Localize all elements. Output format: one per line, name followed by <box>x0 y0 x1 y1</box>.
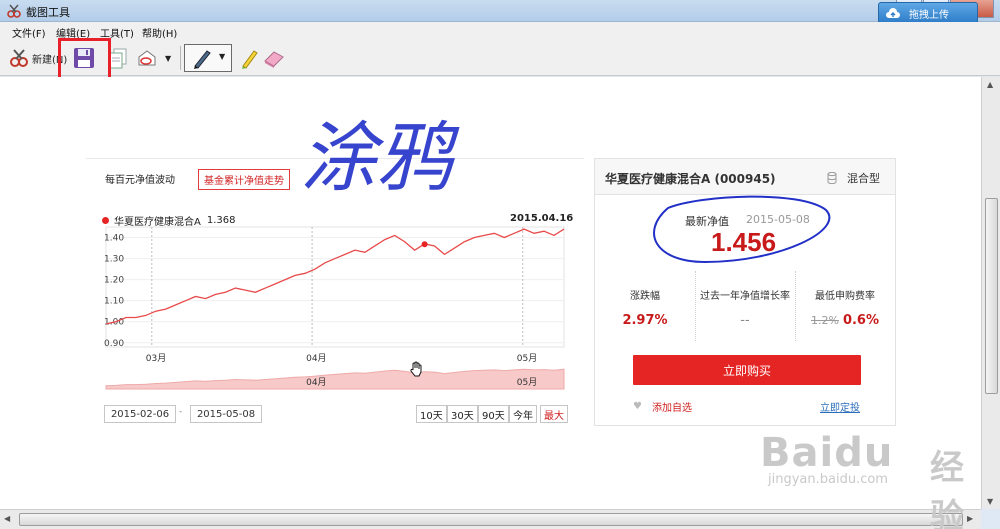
cloud-upload-icon <box>886 8 900 18</box>
x-tick-label: 05月 <box>517 353 537 364</box>
stat-change-value: 2.97% <box>622 313 668 328</box>
watermark-cn: 经验 <box>930 448 964 529</box>
auto-invest-link[interactable]: 立即定投 <box>820 399 860 414</box>
hand-cursor-icon <box>410 361 422 377</box>
plot-frame <box>105 226 565 348</box>
heart-icon: ♥ <box>633 401 642 412</box>
y-tick-label: 1.10 <box>104 297 124 307</box>
fund-type-label: 混合型 <box>847 172 880 185</box>
range-30d-button[interactable]: 30天 <box>447 405 478 423</box>
range-90d-button[interactable]: 90天 <box>478 405 509 423</box>
pen-icon <box>194 50 211 69</box>
watermark-main: Baidu <box>760 430 894 476</box>
dropdown-arrow-icon: ▼ <box>165 53 172 63</box>
highlighter-icon <box>242 50 258 69</box>
drag-upload-label: 拖拽上传 <box>909 9 949 21</box>
navigator-tick-label: 04月 <box>306 377 326 388</box>
tab-per-hundred-nav[interactable]: 每百元净值波动 <box>100 169 180 188</box>
vertical-scrollbar[interactable]: ▲ ▼ <box>981 77 1000 509</box>
navigator-tick-label: 05月 <box>517 377 537 388</box>
fund-info-panel: 华夏医疗健康混合A (000945) 混合型 最新净值 2015-05-08 1… <box>594 158 896 426</box>
scroll-left-icon[interactable]: ◀ <box>4 514 10 523</box>
watermark-sub: jingyan.baidu.com <box>768 472 888 487</box>
x-tick-label: 04月 <box>306 353 326 364</box>
database-icon <box>827 172 837 184</box>
nav-series-line <box>105 228 565 325</box>
fund-type: 混合型 <box>827 170 880 186</box>
eraser-button[interactable] <box>262 44 286 72</box>
nav-chart-panel: 每百元净值波动 基金累计净值走势 华夏医疗健康混合A 1.368 2015.04… <box>86 158 584 428</box>
date-from-input[interactable]: 2015-02-06 <box>104 405 176 423</box>
copy-button[interactable] <box>108 44 128 72</box>
legend-dot-icon <box>102 217 109 224</box>
scroll-down-icon[interactable]: ▼ <box>987 497 993 506</box>
buy-now-button[interactable]: 立即购买 <box>633 355 861 385</box>
eraser-icon <box>264 51 284 68</box>
new-scissors-icon <box>10 49 28 67</box>
pen-dropdown-arrow-icon[interactable]: ▼ <box>219 52 225 61</box>
toolbar: 新建(N) ▼ <box>0 40 1000 76</box>
add-favorite-button[interactable]: ♥ 添加自选 <box>633 399 692 414</box>
window-title: 截图工具 <box>26 6 70 19</box>
title-bar: 截图工具 – □ ✕ <box>0 0 1000 22</box>
stat-year-growth: 过去一年净值增长率 -- <box>695 271 795 341</box>
date-separator: - <box>179 407 183 417</box>
fund-info-header: 华夏医疗健康混合A (000945) 混合型 <box>595 159 895 195</box>
stat-change-label: 涨跌幅 <box>630 291 660 302</box>
highlight-point <box>421 241 428 248</box>
copy-document-icon <box>109 48 127 69</box>
stat-min-fee-label: 最低申购费率 <box>815 291 875 302</box>
latest-nav-value: 1.456 <box>711 227 777 257</box>
scroll-up-icon[interactable]: ▲ <box>987 80 993 89</box>
range-ytd-button[interactable]: 今年 <box>509 405 537 423</box>
stat-min-fee-old: 1.2% <box>810 314 839 327</box>
tab-cumulative-nav[interactable]: 基金累计净值走势 <box>198 169 290 190</box>
menu-file[interactable]: 文件(F) <box>12 25 46 40</box>
y-tick-label: 1.30 <box>104 255 124 265</box>
highlighter-button[interactable] <box>238 44 260 72</box>
navigator-area <box>105 368 565 390</box>
stat-min-fee-values: 1.2% 0.6% <box>795 313 895 328</box>
save-highlight-box <box>58 38 111 81</box>
stat-min-fee-value: 0.6% <box>842 313 879 328</box>
range-10d-button[interactable]: 10天 <box>416 405 447 423</box>
y-tick-label: 0.90 <box>104 339 124 349</box>
latest-nav-date: 2015-05-08 <box>746 213 810 226</box>
stat-min-fee: 最低申购费率 1.2% 0.6% <box>795 271 895 341</box>
send-mail-icon <box>138 50 156 66</box>
stat-year-growth-label: 过去一年净值增长率 <box>700 291 790 302</box>
nav-line-chart[interactable]: 1.401.301.201.101.000.9003月 04月 05月04月 05月 <box>86 225 584 401</box>
send-dropdown-button[interactable]: ▼ <box>165 44 171 72</box>
toolbar-separator <box>180 46 181 70</box>
scissors-app-icon <box>7 4 21 18</box>
baidu-watermark: Baidu 经验 jingyan.baidu.com <box>760 430 964 529</box>
y-tick-label: 1.20 <box>104 276 124 286</box>
fund-name: 华夏医疗健康混合A (000945) <box>605 172 776 186</box>
x-tick-label: 03月 <box>146 353 166 364</box>
date-to-input[interactable]: 2015-05-08 <box>190 405 262 423</box>
stat-change: 涨跌幅 2.97% <box>595 271 695 341</box>
horizontal-scroll-thumb[interactable] <box>19 513 963 526</box>
legend-date: 2015.04.16 <box>510 213 574 224</box>
send-button[interactable] <box>136 44 158 72</box>
menu-help[interactable]: 帮助(H) <box>142 25 177 40</box>
scroll-right-icon[interactable]: ▶ <box>967 514 973 523</box>
add-favorite-label: 添加自选 <box>651 403 692 414</box>
pen-tool-button[interactable]: ▼ <box>184 44 232 72</box>
stat-year-growth-value: -- <box>740 313 750 328</box>
vertical-scroll-thumb[interactable] <box>985 198 998 394</box>
horizontal-scrollbar[interactable]: ◀ ▶ <box>0 509 981 529</box>
range-max-button[interactable]: 最大 <box>540 405 568 423</box>
drag-upload-button[interactable]: 拖拽上传 <box>878 2 978 24</box>
menu-bar: 文件(F) 编辑(E) 工具(T) 帮助(H) <box>0 22 1000 40</box>
y-tick-label: 1.40 <box>104 234 124 244</box>
